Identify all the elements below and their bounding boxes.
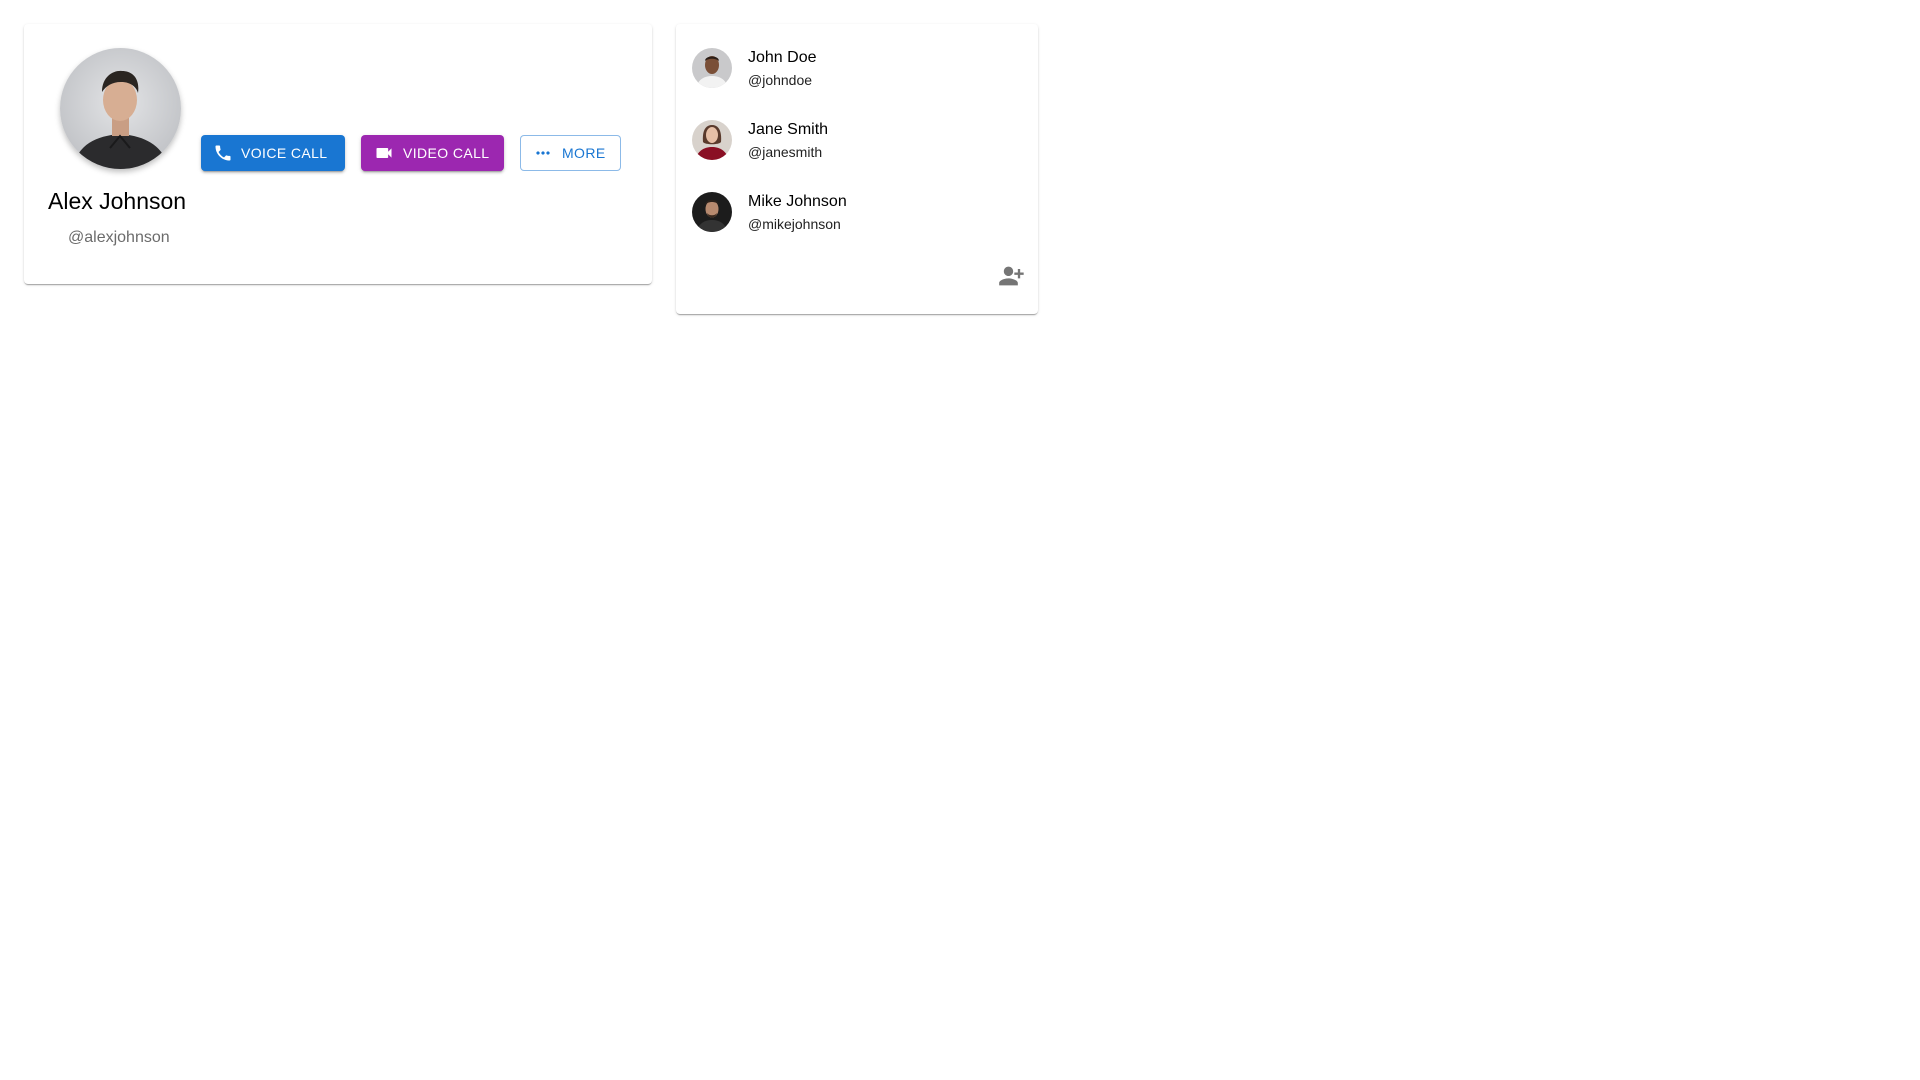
avatar bbox=[692, 120, 732, 160]
video-call-label: VIDEO CALL bbox=[403, 145, 490, 161]
voice-call-label: VOICE CALL bbox=[241, 145, 328, 161]
more-horiz-icon bbox=[532, 143, 554, 163]
profile-card: VOICE CALL VIDEO CALL MORE Alex Johnson … bbox=[24, 24, 652, 284]
add-contact-button[interactable] bbox=[998, 264, 1026, 288]
contact-handle: @johndoe bbox=[748, 72, 813, 88]
videocam-icon bbox=[373, 143, 395, 163]
contact-item-jane-smith[interactable]: Jane Smith @janesmith bbox=[692, 120, 1012, 164]
profile-name: Alex Johnson bbox=[48, 188, 187, 214]
phone-icon bbox=[213, 143, 233, 163]
contact-handle: @mikejohnson bbox=[748, 216, 841, 232]
contact-name: Jane Smith bbox=[748, 121, 829, 138]
more-button[interactable]: MORE bbox=[520, 135, 621, 171]
contact-name: John Doe bbox=[748, 49, 817, 66]
avatar bbox=[692, 192, 732, 232]
avatar bbox=[692, 48, 732, 88]
person-add-icon bbox=[998, 266, 1026, 292]
contact-handle: @janesmith bbox=[748, 144, 823, 160]
profile-handle: @alexjohnson bbox=[68, 229, 170, 246]
contacts-card: John Doe @johndoe Jane Smith @janesmith … bbox=[676, 24, 1038, 314]
video-call-button[interactable]: VIDEO CALL bbox=[361, 135, 504, 171]
profile-avatar bbox=[60, 48, 181, 169]
voice-call-button[interactable]: VOICE CALL bbox=[201, 135, 345, 171]
contact-name: Mike Johnson bbox=[748, 193, 847, 210]
contact-item-john-doe[interactable]: John Doe @johndoe bbox=[692, 48, 1012, 92]
more-label: MORE bbox=[562, 145, 606, 161]
contact-item-mike-johnson[interactable]: Mike Johnson @mikejohnson bbox=[692, 192, 1012, 236]
profile-avatar-photo bbox=[60, 48, 181, 169]
